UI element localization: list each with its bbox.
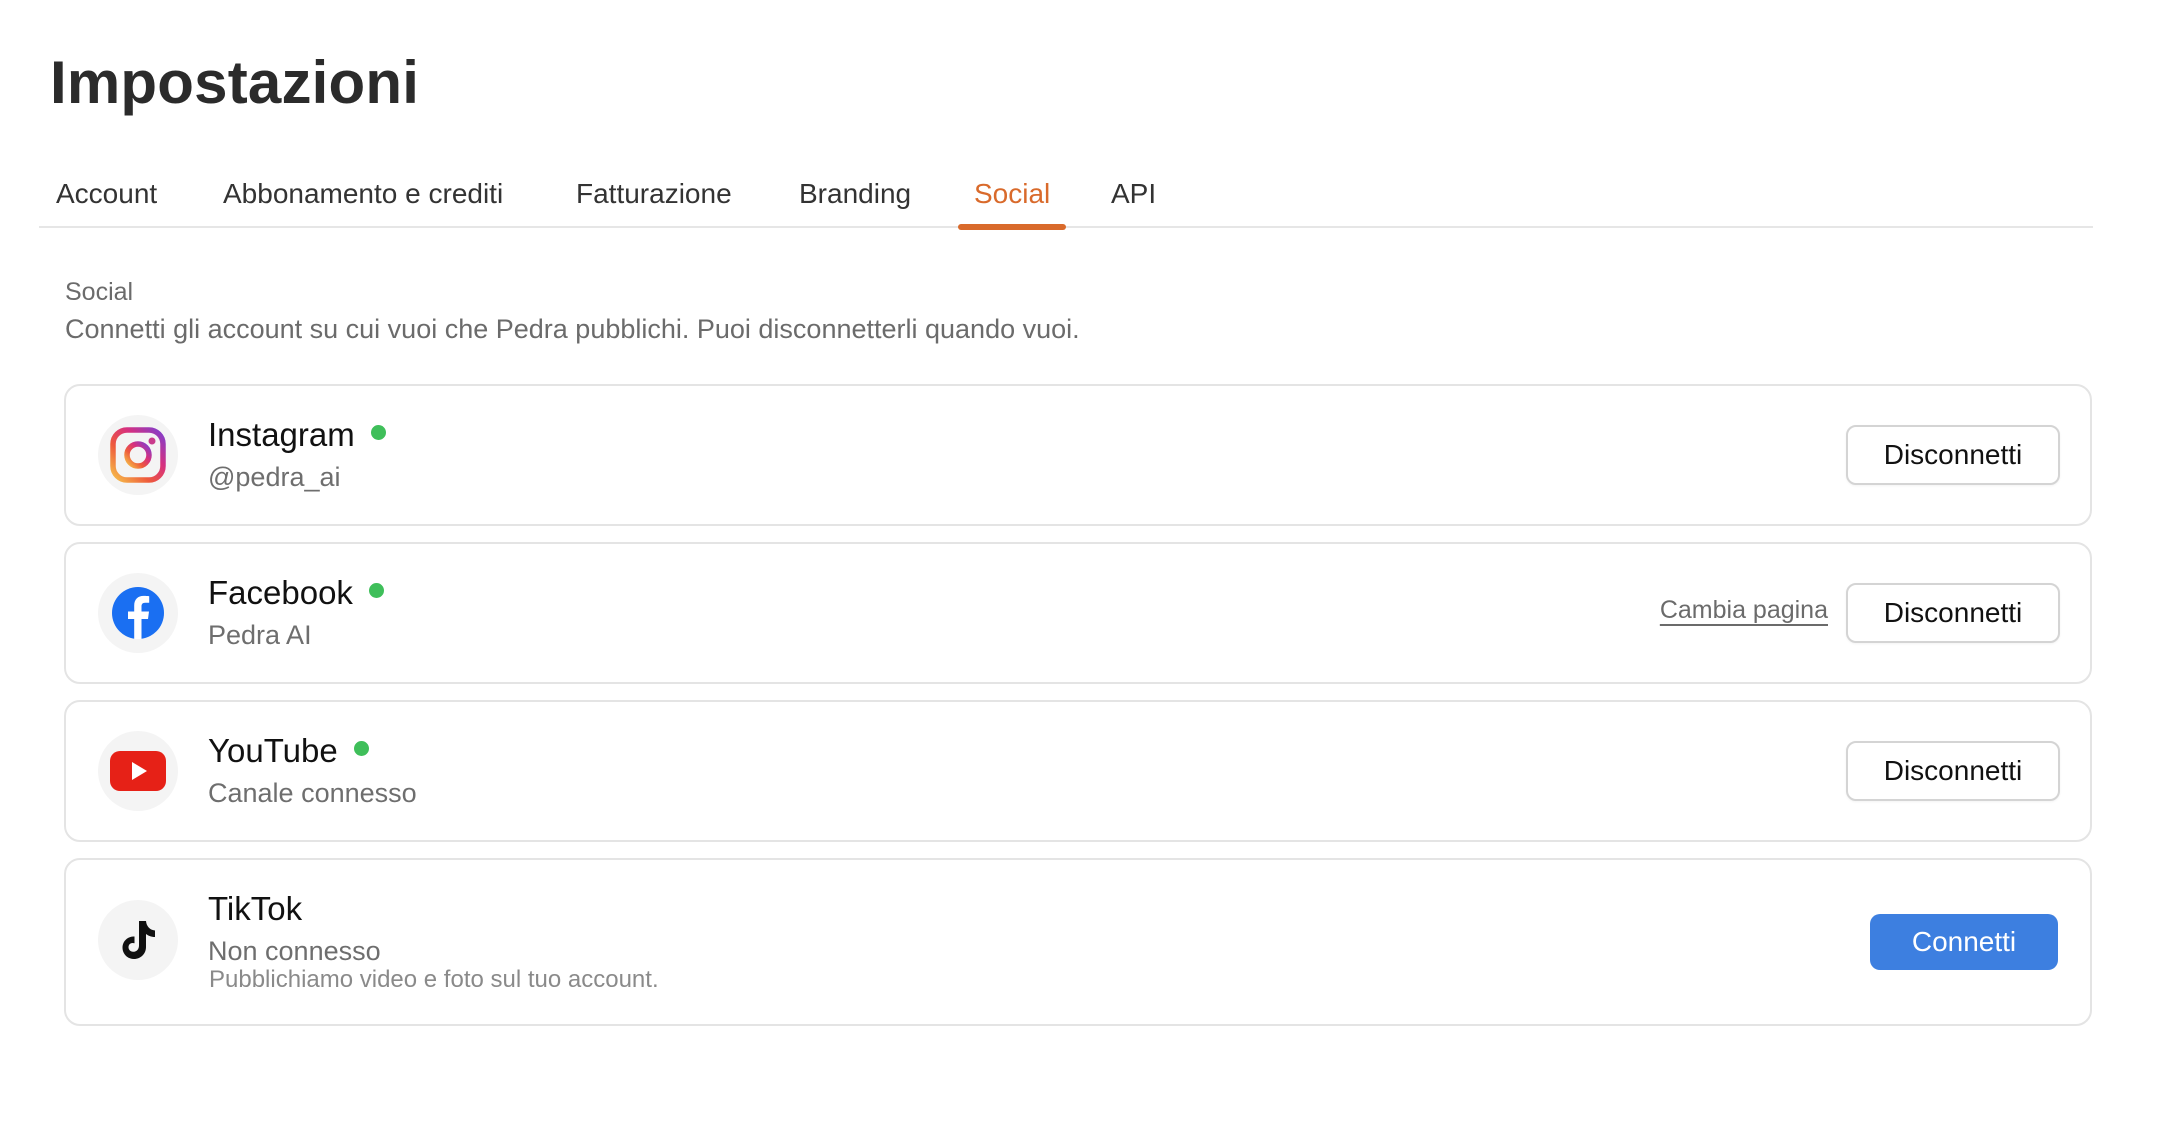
facebook-icon-wrapper (98, 573, 178, 653)
connection-status: Non connesso (208, 936, 381, 966)
account-name: TikTok (208, 890, 303, 927)
connect-button[interactable]: Connetti (1870, 914, 2058, 970)
social-card-instagram: Instagram @pedra_ai Disconnetti (64, 384, 2092, 526)
instagram-icon-wrapper (98, 415, 178, 495)
tab-account[interactable]: Account (56, 168, 157, 228)
account-name: Facebook (208, 574, 353, 611)
tiktok-icon-wrapper (98, 900, 178, 980)
tiktok-icon (122, 921, 155, 959)
disconnect-button[interactable]: Disconnetti (1846, 425, 2060, 485)
change-page-link[interactable]: Cambia pagina (1660, 596, 1828, 625)
account-handle: @pedra_ai (208, 462, 341, 492)
account-name: Instagram (208, 416, 355, 453)
tab-subscription-credits[interactable]: Abbonamento e crediti (223, 168, 503, 228)
youtube-icon (110, 751, 166, 791)
tab-social[interactable]: Social (957, 168, 1067, 230)
channel-status: Canale connesso (208, 778, 417, 808)
section-label: Social (65, 278, 134, 306)
settings-page: Impostazioni Account Abbonamento e credi… (0, 0, 2162, 1134)
connection-note: Pubblichiamo video e foto sul tuo accoun… (209, 966, 659, 993)
page-name: Pedra AI (208, 620, 312, 650)
disconnect-button[interactable]: Disconnetti (1846, 583, 2060, 643)
connected-status-dot (368, 583, 384, 598)
settings-tabs: Account Abbonamento e crediti Fatturazio… (39, 168, 2093, 230)
account-name: YouTube (208, 732, 338, 769)
tab-branding[interactable]: Branding (799, 168, 911, 228)
connected-status-dot (353, 741, 369, 756)
facebook-icon (112, 587, 164, 639)
connected-status-dot (370, 425, 386, 440)
disconnect-button[interactable]: Disconnetti (1846, 741, 2060, 801)
social-card-tiktok: TikTok Non connesso Pubblichiamo video e… (64, 858, 2092, 1026)
page-title: Impostazioni (50, 49, 420, 116)
instagram-icon (110, 427, 166, 483)
section-description: Connetti gli account su cui vuoi che Ped… (65, 314, 1080, 344)
tab-api[interactable]: API (1111, 168, 1156, 228)
social-card-youtube: YouTube Canale connesso Disconnetti (64, 700, 2092, 842)
youtube-icon-wrapper (98, 731, 178, 811)
social-card-facebook: Facebook Pedra AI Cambia pagina Disconne… (64, 542, 2092, 684)
tab-billing[interactable]: Fatturazione (576, 168, 732, 228)
